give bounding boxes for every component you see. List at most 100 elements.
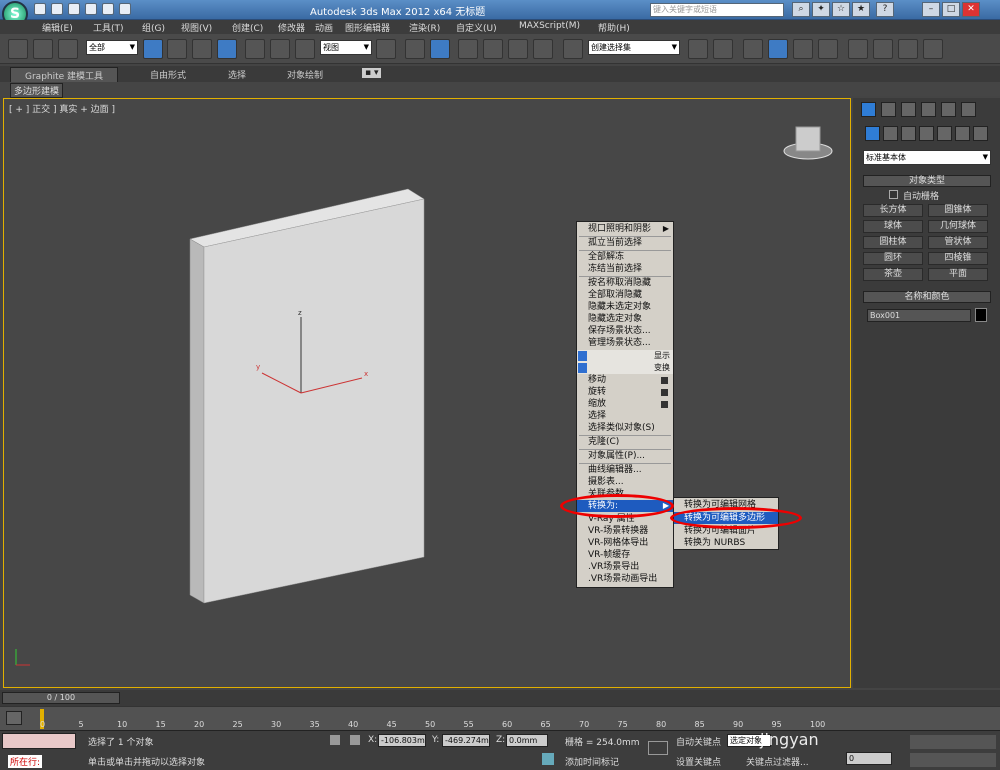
menu-item-save-scene-state[interactable]: 保存场景状态... xyxy=(577,325,673,337)
object-color-swatch[interactable] xyxy=(975,308,987,322)
space-warps-icon[interactable] xyxy=(955,126,970,141)
hierarchy-tab-icon[interactable] xyxy=(901,102,916,117)
menu-create[interactable]: 创建(C) xyxy=(232,21,263,34)
menu-item-curve-editor[interactable]: 曲线编辑器... xyxy=(577,464,673,476)
menu-maxscript[interactable]: MAXScript(M) xyxy=(519,21,580,31)
close-button[interactable]: ✕ xyxy=(962,2,980,17)
render-setup-icon[interactable] xyxy=(873,39,893,59)
save-icon[interactable] xyxy=(68,3,80,15)
menu-item-object-properties[interactable]: 对象属性(P)... xyxy=(577,450,673,462)
schematic-view-icon[interactable] xyxy=(818,39,838,59)
spinner-snap-icon[interactable] xyxy=(533,39,553,59)
time-slider[interactable]: 0 / 100 xyxy=(2,692,120,704)
menu-item-hide-unselected[interactable]: 隐藏未选定对象 xyxy=(577,301,673,313)
menu-item-viewport-lighting[interactable]: 视口照明和阴影 ▶ xyxy=(577,223,673,235)
tools-icon[interactable]: ✦ xyxy=(812,2,830,17)
polygon-modeling-label[interactable]: 多边形建模 xyxy=(10,83,64,98)
menu-item-unhide-all[interactable]: 全部取消隐藏 xyxy=(577,289,673,301)
link-icon[interactable] xyxy=(8,39,28,59)
bind-space-warp-icon[interactable] xyxy=(58,39,78,59)
menu-item-freeze-selection[interactable]: 冻结当前选择 xyxy=(577,263,673,275)
ribbon-options-icon[interactable]: ▪ ▾ xyxy=(362,68,382,78)
time-tag-icon[interactable] xyxy=(542,753,554,765)
redo-icon[interactable] xyxy=(102,3,114,15)
render-production-icon[interactable] xyxy=(923,39,943,59)
menu-tools[interactable]: 工具(T) xyxy=(93,21,124,34)
project-icon[interactable] xyxy=(119,3,131,15)
display-tab-icon[interactable] xyxy=(941,102,956,117)
percent-snap-icon[interactable] xyxy=(508,39,528,59)
menu-item-isolate[interactable]: 孤立当前选择 xyxy=(577,237,673,249)
menu-item-unfreeze-all[interactable]: 全部解冻 xyxy=(577,251,673,263)
snaps-toggle-icon[interactable] xyxy=(458,39,478,59)
shapes-icon[interactable] xyxy=(883,126,898,141)
menu-item-scale[interactable]: 缩放 xyxy=(577,398,673,410)
graphite-toggle-icon[interactable] xyxy=(768,39,788,59)
systems-icon[interactable] xyxy=(973,126,988,141)
auto-key-button[interactable]: 自动关键点 xyxy=(676,735,721,748)
x-coordinate-field[interactable]: -106.803m xyxy=(378,734,426,747)
submenu-item-nurbs[interactable]: 转换为 NURBS xyxy=(674,537,778,549)
layer-manager-icon[interactable] xyxy=(743,39,763,59)
menu-item-vr-scene-export[interactable]: .VR场景导出 xyxy=(577,561,673,573)
menu-item-vr-scene-converter[interactable]: VR-场景转换器 xyxy=(577,525,673,537)
menu-item-manage-scene-states[interactable]: 管理场景状态... xyxy=(577,337,673,349)
menu-group[interactable]: 组(G) xyxy=(142,21,165,34)
name-color-rollout[interactable]: 名称和颜色 xyxy=(863,291,991,303)
category-dropdown[interactable]: 标准基本体 xyxy=(863,150,991,165)
cylinder-button[interactable]: 圆柱体 xyxy=(863,236,923,249)
material-editor-icon[interactable] xyxy=(848,39,868,59)
help-icon[interactable]: ? xyxy=(876,2,894,17)
keyboard-shortcut-icon[interactable] xyxy=(430,39,450,59)
minimize-button[interactable]: – xyxy=(922,2,940,17)
favorites-icon[interactable]: ★ xyxy=(852,2,870,17)
viewport-navigation-icons[interactable] xyxy=(910,753,996,767)
maximize-button[interactable]: □ xyxy=(942,2,960,17)
select-by-name-icon[interactable] xyxy=(167,39,187,59)
open-file-icon[interactable] xyxy=(51,3,63,15)
menu-item-vr-scene-anim-export[interactable]: .VR场景动画导出 xyxy=(577,573,673,585)
unlink-icon[interactable] xyxy=(33,39,53,59)
geosphere-button[interactable]: 几何球体 xyxy=(928,220,988,233)
menu-rendering[interactable]: 渲染(R) xyxy=(409,21,440,34)
named-selection-dropdown[interactable]: 创建选择集 xyxy=(588,40,680,55)
box-button[interactable]: 长方体 xyxy=(863,204,923,217)
torus-button[interactable]: 圆环 xyxy=(863,252,923,265)
binoculars-icon[interactable]: ⌕ xyxy=(792,2,810,17)
menu-modifiers[interactable]: 修改器 xyxy=(278,21,305,34)
menu-item-select[interactable]: 选择 xyxy=(577,410,673,422)
menu-item-vr-frame-buffer[interactable]: VR-帧缓存 xyxy=(577,549,673,561)
menu-graph-editors[interactable]: 图形编辑器 xyxy=(345,21,390,34)
menu-item-hide-selection[interactable]: 隐藏选定对象 xyxy=(577,313,673,325)
cone-button[interactable]: 圆锥体 xyxy=(928,204,988,217)
object-type-rollout[interactable]: 对象类型 xyxy=(863,175,991,187)
y-coordinate-field[interactable]: -469.274m xyxy=(442,734,490,747)
set-key-label[interactable]: 设置关键点 xyxy=(676,755,721,768)
menu-item-clone[interactable]: 克隆(C) xyxy=(577,436,673,448)
move-icon[interactable] xyxy=(245,39,265,59)
current-frame-field[interactable]: 0 xyxy=(846,752,892,765)
create-tab-icon[interactable] xyxy=(861,102,876,117)
viewport-navigation-icons[interactable] xyxy=(910,735,996,749)
z-coordinate-field[interactable]: 0.0mm xyxy=(506,734,548,747)
viewport[interactable]: [ + ] 正交 ] 真实 + 边面 ] z y x xyxy=(3,98,851,688)
autogrid-checkbox[interactable] xyxy=(889,190,898,199)
tab-freeform[interactable]: 自由形式 xyxy=(150,68,186,81)
menu-item-unhide-by-name[interactable]: 按名称取消隐藏 xyxy=(577,277,673,289)
sphere-button[interactable]: 球体 xyxy=(863,220,923,233)
scale-icon[interactable] xyxy=(295,39,315,59)
key-icon[interactable] xyxy=(648,741,668,755)
menu-help[interactable]: 帮助(H) xyxy=(598,21,630,34)
curve-editor-icon[interactable] xyxy=(793,39,813,59)
lock-icon[interactable] xyxy=(330,735,340,745)
menu-views[interactable]: 视图(V) xyxy=(181,21,212,34)
track-bar[interactable]: 0 5 10 15 20 25 30 35 40 45 50 55 60 65 70 75 80 85 90 95 10… xyxy=(0,706,1000,730)
cameras-icon[interactable] xyxy=(919,126,934,141)
menu-item-select-similar[interactable]: 选择类似对象(S) xyxy=(577,422,673,434)
window-crossing-icon[interactable] xyxy=(217,39,237,59)
mirror-icon[interactable] xyxy=(688,39,708,59)
pyramid-button[interactable]: 四棱锥 xyxy=(928,252,988,265)
selection-filter-dropdown[interactable]: 全部 xyxy=(86,40,138,55)
absolute-mode-icon[interactable] xyxy=(350,735,360,745)
rotate-icon[interactable] xyxy=(270,39,290,59)
